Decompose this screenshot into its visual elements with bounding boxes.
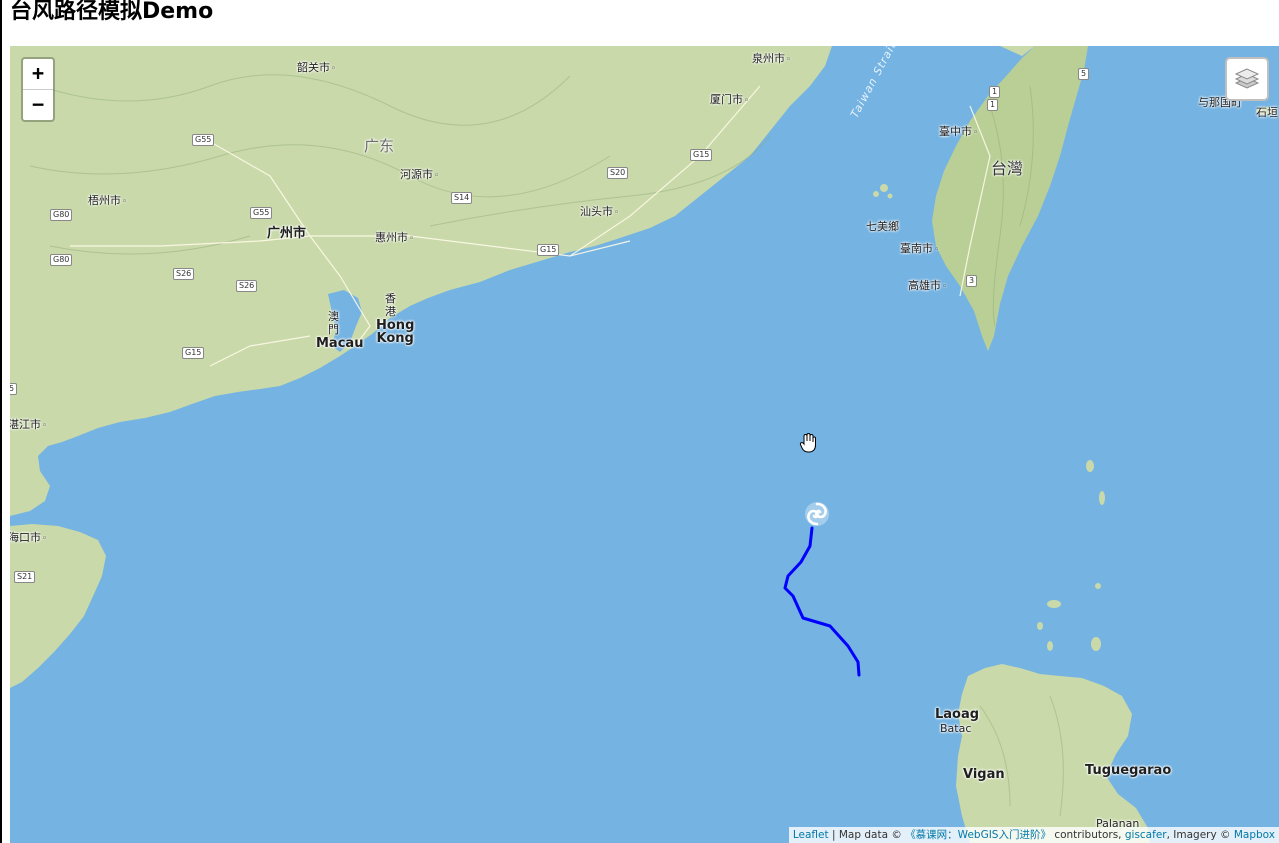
place-label-tainan: 臺南市 [900, 242, 939, 257]
road-shield: G80 [50, 209, 73, 221]
page-left-border [0, 0, 2, 843]
zoom-in-button[interactable]: + [23, 59, 53, 89]
road-shield: S20 [607, 167, 629, 179]
zoom-control: + − [21, 57, 55, 122]
zoom-out-button[interactable]: − [23, 89, 53, 120]
place-label-shantou: 汕头市 [580, 205, 619, 220]
road-shield: G80 [50, 254, 73, 266]
place-label-qimei: 七美鄉 [866, 220, 899, 233]
typhoon-track-layer [783, 526, 861, 677]
attribution-text: | Map data © [828, 829, 906, 841]
mapbox-link[interactable]: Mapbox [1234, 829, 1275, 841]
road-shield: 3 [966, 275, 978, 287]
road-shield: G15 [690, 149, 713, 161]
source-link[interactable]: 《慕课网：WebGIS入门进阶》 [905, 829, 1051, 841]
place-label-kaohsiung: 高雄市 [908, 279, 947, 294]
place-label-tuguegarao: Tuguegarao [1085, 763, 1172, 778]
place-label-hongkong-cn: 香 港 [385, 292, 396, 318]
place-label-xiamen: 厦门市 [710, 93, 749, 108]
place-label-haikou: 海口市 [10, 531, 47, 546]
road-shield: G15 [182, 347, 205, 359]
place-label-laoag: Laoag [935, 707, 980, 722]
place-label-wuzhou: 梧州市 [88, 194, 127, 209]
road-shield: S21 [14, 571, 36, 583]
place-label-heyuan: 河源市 [400, 168, 439, 183]
place-label-hongkong: Hong Kong [376, 318, 415, 346]
map-attribution: Leaflet | Map data © 《慕课网：WebGIS入门进阶》 co… [788, 827, 1279, 843]
hand-cursor-icon [798, 432, 820, 454]
place-label-macau: Macau [316, 336, 364, 351]
road-shield: S26 [236, 280, 258, 292]
place-label-vigan: Vigan [963, 767, 1005, 782]
attribution-text: , Imagery © [1166, 829, 1234, 841]
road-shield: 5 [1078, 68, 1090, 80]
place-label-batac: Batac [940, 722, 972, 735]
road-shield: 1 [989, 86, 1001, 98]
layers-control-button[interactable] [1225, 57, 1269, 101]
place-label-zhanjiang: 湛江市 [10, 418, 47, 433]
place-label-macau-cn: 澳 門 [328, 310, 339, 336]
place-label-taiwan: 台灣 [991, 159, 1024, 178]
place-label-ishigaki: 石垣 [1256, 106, 1278, 119]
typhoon-icon[interactable] [804, 501, 830, 527]
attribution-text: contributors, [1050, 829, 1125, 841]
place-label-huizhou: 惠州市 [375, 231, 414, 246]
leaflet-link[interactable]: Leaflet [793, 829, 829, 841]
road-shield: S26 [173, 268, 195, 280]
place-label-guangzhou: 广州市 [267, 226, 307, 241]
place-label-shaoguan: 韶关市 [297, 61, 336, 76]
road-shield: 1 [987, 99, 999, 111]
place-label-taichung: 臺中市 [939, 125, 978, 140]
place-label-quanzhou: 泉州市 [752, 52, 791, 67]
place-label-guangdong: 广东 [364, 137, 395, 155]
road-shield: G15 [537, 244, 560, 256]
road-shield: 5 [10, 383, 18, 395]
map-container[interactable]: 韶关市 泉州市 厦门市 广东 河源市 梧州市 汕头市 广州市 惠州市 臺中市 台… [10, 46, 1279, 843]
road-shield: S14 [451, 192, 473, 204]
road-shield: G55 [250, 207, 273, 219]
layers-icon [1234, 64, 1260, 94]
page-title: 台风路径模拟Demo [10, 0, 214, 24]
road-shield: G55 [192, 134, 215, 146]
giscafer-link[interactable]: giscafer [1125, 829, 1167, 841]
typhoon-track-line [783, 526, 861, 677]
